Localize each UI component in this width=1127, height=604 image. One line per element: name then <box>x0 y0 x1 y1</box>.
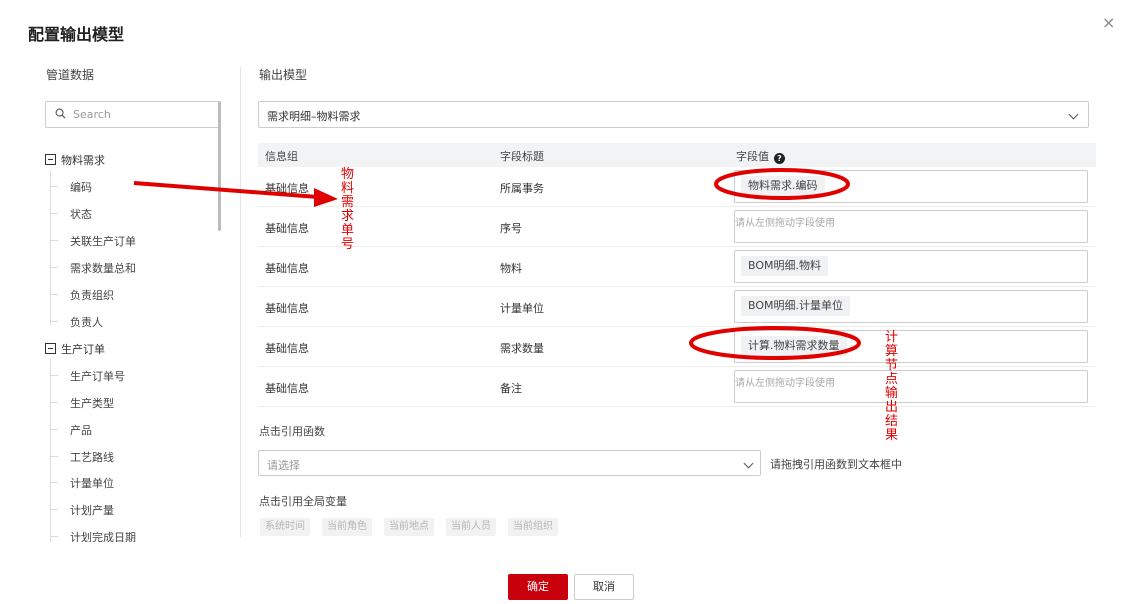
tree-line <box>50 359 51 542</box>
tree-tick <box>50 186 58 187</box>
tree-tick <box>50 240 58 241</box>
output-model-title: 输出模型 <box>259 68 308 82</box>
cell-group: 基础信息 <box>265 182 309 195</box>
tree-tick <box>50 482 58 483</box>
tree-group-label: 生产订单 <box>61 343 105 356</box>
column-header-value: 字段值? <box>736 148 785 164</box>
field-value-input[interactable]: BOM明细.物料 <box>734 250 1088 283</box>
tree-item[interactable]: 工艺路线 <box>70 449 114 465</box>
tree-tick <box>50 375 58 376</box>
field-value-tag[interactable]: BOM明细.计量单位 <box>741 296 850 316</box>
column-header-group: 信息组 <box>265 150 298 163</box>
column-header-value-label: 字段值 <box>736 150 769 163</box>
tree-item[interactable]: 计划完成日期 <box>70 529 136 542</box>
table-row: 基础信息 所属事务 物料需求.编码 <box>258 167 1096 207</box>
cell-field: 所属事务 <box>500 182 544 195</box>
cell-field: 物料 <box>500 262 522 275</box>
tree-tick <box>50 294 58 295</box>
search-placeholder: Search <box>73 108 111 121</box>
table-row: 基础信息 备注 请从左侧拖动字段使用 <box>258 367 1096 407</box>
field-value-input[interactable]: 计算.物料需求数量 <box>734 330 1088 363</box>
table-row: 基础信息 计量单位 BOM明细.计量单位 <box>258 287 1096 327</box>
tree-group-label: 物料需求 <box>61 154 105 167</box>
tree-tick <box>50 402 58 403</box>
table-row: 基础信息 序号 请从左侧拖动字段使用 <box>258 207 1096 247</box>
config-output-model-dialog: 配置输出模型 × 管道数据 Search 物料需求 编码 状态 关联生产订单 需… <box>0 0 1127 604</box>
field-value-input[interactable]: 请从左侧拖动字段使用 <box>734 370 1088 403</box>
cell-field: 计量单位 <box>500 302 544 315</box>
annotation-text-right: 计算节点输出结果 <box>885 330 899 443</box>
tree-tick <box>50 536 58 537</box>
search-icon <box>55 108 66 119</box>
tree-tick <box>50 429 58 430</box>
tree-item[interactable]: 生产类型 <box>70 395 114 411</box>
annotation-text-left: 物料需求单号 <box>341 167 355 252</box>
tree-group-production-order[interactable]: 生产订单 <box>45 341 105 357</box>
tree-item[interactable]: 编码 <box>70 179 92 195</box>
tree-group-material-demand[interactable]: 物料需求 <box>45 152 105 168</box>
global-var-chip[interactable]: 当前人员 <box>446 518 496 536</box>
function-select[interactable]: 请选择 <box>258 450 761 476</box>
cancel-button[interactable]: 取消 <box>574 574 634 600</box>
cell-group: 基础信息 <box>265 302 309 315</box>
field-value-input[interactable]: BOM明细.计量单位 <box>734 290 1088 323</box>
cell-field: 需求数量 <box>500 342 544 355</box>
close-icon[interactable]: × <box>1102 13 1115 32</box>
field-value-tag[interactable]: 物料需求.编码 <box>741 176 825 196</box>
model-select-value: 需求明细–物料需求 <box>267 110 361 123</box>
tree-item[interactable]: 计划产量 <box>70 502 114 518</box>
model-select[interactable]: 需求明细–物料需求 <box>258 101 1089 128</box>
tree-item[interactable]: 产品 <box>70 422 92 438</box>
field-tree: 物料需求 编码 状态 关联生产订单 需求数量总和 负责组织 负责人 生产订单 生… <box>45 146 220 542</box>
tree-tick <box>50 267 58 268</box>
table-row: 基础信息 需求数量 计算.物料需求数量 <box>258 327 1096 367</box>
pipeline-data-title: 管道数据 <box>46 68 95 82</box>
collapse-icon[interactable] <box>45 154 56 165</box>
chevron-down-icon <box>1068 109 1079 120</box>
search-input[interactable]: Search <box>45 101 219 128</box>
field-value-placeholder: 请从左侧拖动字段使用 <box>735 378 835 389</box>
tree-item[interactable]: 负责组织 <box>70 287 114 303</box>
tree-tick <box>50 321 58 322</box>
globals-label: 点击引用全局变量 <box>259 495 347 508</box>
dialog-title: 配置输出模型 <box>28 25 125 44</box>
global-var-chip[interactable]: 当前组织 <box>508 518 558 536</box>
panel-divider <box>240 67 241 537</box>
field-value-input[interactable]: 物料需求.编码 <box>734 170 1088 203</box>
tree-tick <box>50 456 58 457</box>
field-value-tag[interactable]: BOM明细.物料 <box>741 256 828 276</box>
table-row: 基础信息 物料 BOM明细.物料 <box>258 247 1096 287</box>
tree-item[interactable]: 状态 <box>70 206 92 222</box>
chevron-down-icon <box>743 458 754 469</box>
function-label: 点击引用函数 <box>259 425 325 438</box>
tree-tick <box>50 213 58 214</box>
tree-item[interactable]: 生产订单号 <box>70 368 125 384</box>
help-icon[interactable]: ? <box>774 153 785 164</box>
ok-button[interactable]: 确定 <box>508 574 568 600</box>
tree-item[interactable]: 关联生产订单 <box>70 233 136 249</box>
tree-item[interactable]: 负责人 <box>70 314 103 330</box>
global-var-chip[interactable]: 当前地点 <box>384 518 434 536</box>
global-var-chip[interactable]: 当前角色 <box>322 518 372 536</box>
cell-group: 基础信息 <box>265 382 309 395</box>
tree-line <box>50 170 51 325</box>
tree-tick <box>50 509 58 510</box>
cell-group: 基础信息 <box>265 342 309 355</box>
function-select-placeholder: 请选择 <box>267 459 300 472</box>
collapse-icon[interactable] <box>45 343 56 354</box>
field-value-input[interactable]: 请从左侧拖动字段使用 <box>734 210 1088 243</box>
field-value-placeholder: 请从左侧拖动字段使用 <box>735 218 835 229</box>
cell-group: 基础信息 <box>265 222 309 235</box>
column-header-field: 字段标题 <box>500 150 544 163</box>
field-value-tag[interactable]: 计算.物料需求数量 <box>741 336 847 356</box>
cell-group: 基础信息 <box>265 262 309 275</box>
cell-field: 备注 <box>500 382 522 395</box>
global-var-chip[interactable]: 系统时间 <box>260 518 310 536</box>
function-hint: 请拖拽引用函数到文本框中 <box>770 458 902 471</box>
tree-item[interactable]: 需求数量总和 <box>70 260 136 276</box>
tree-item[interactable]: 计量单位 <box>70 475 114 491</box>
table-header: 信息组 字段标题 字段值? <box>258 143 1096 167</box>
cell-field: 序号 <box>500 222 522 235</box>
